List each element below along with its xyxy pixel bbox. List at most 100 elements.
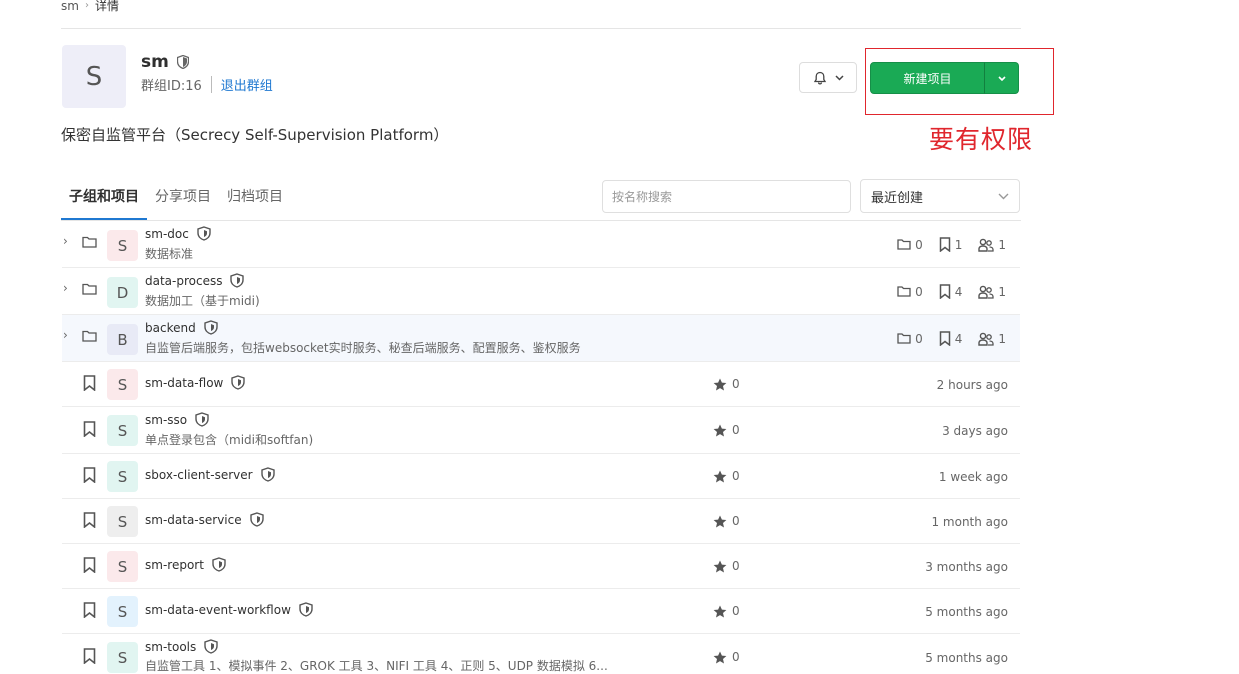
avatar: S [107, 369, 138, 400]
star-count: 0 [713, 514, 740, 528]
project-count: 1 [954, 237, 963, 252]
subgroup-name[interactable]: backend [145, 321, 196, 335]
updated-time: 1 week ago [938, 470, 1008, 484]
shield-icon [260, 467, 275, 482]
shield-icon [195, 412, 209, 427]
group-description: 保密自监管平台（Secrecy Self-Supervision Platfor… [61, 126, 449, 144]
project-title: sm-sso [145, 412, 209, 427]
project-row[interactable]: S sm-data-service 0 1 month ago [62, 499, 1020, 544]
bookmark-icon [83, 421, 96, 437]
breadcrumb-root[interactable]: sm [61, 0, 79, 13]
leave-group-link[interactable]: 退出群组 [221, 75, 273, 94]
shield-icon [249, 512, 264, 527]
group-name: sm [141, 52, 169, 72]
project-title: sm-data-flow [145, 375, 246, 390]
users-icon [978, 238, 995, 252]
folder-icon [82, 236, 97, 248]
shield-icon [212, 557, 226, 572]
chevron-right-icon[interactable]: › [63, 234, 68, 248]
bookmark-icon [83, 512, 96, 528]
shield-icon [176, 55, 189, 69]
tab-subgroups-projects[interactable]: 子组和项目 [61, 180, 147, 220]
chevron-down-icon [998, 193, 1009, 200]
star-icon [713, 560, 727, 573]
project-name[interactable]: sm-data-service [145, 513, 242, 527]
subgroup-row[interactable]: › D data-process 数据加工（基于midi) 0 4 1 [62, 268, 1020, 315]
subgroup-title: sm-doc [145, 226, 211, 241]
bookmark-icon [83, 467, 96, 483]
bell-icon [813, 71, 827, 85]
group-meta: 群组ID:16 退出群组 [141, 75, 273, 94]
project-row[interactable]: S sm-sso 单点登录包含（midi和softfan) 0 3 days a… [62, 407, 1020, 454]
updated-time: 5 months ago [925, 651, 1008, 665]
project-title: sbox-client-server [145, 467, 275, 482]
subgroup-count: 0 [915, 331, 923, 346]
chevron-right-icon[interactable]: › [63, 281, 68, 295]
breadcrumb-current: 详情 [94, 0, 119, 13]
bookmark-icon [939, 237, 951, 252]
star-icon [713, 378, 727, 391]
subgroup-name[interactable]: data-process [145, 274, 222, 288]
star-icon [713, 470, 727, 483]
subgroup-description: 自监管后端服务，包括websocket实时服务、秘查后端服务、配置服务、鉴权服务 [145, 341, 581, 355]
project-row[interactable]: S sm-data-flow 0 2 hours ago [62, 362, 1020, 407]
tab-shared-projects[interactable]: 分享项目 [147, 180, 219, 214]
project-row[interactable]: S sbox-client-server 0 1 week ago [62, 454, 1020, 499]
sort-select[interactable]: 最近创建 [860, 179, 1020, 213]
folder-icon [82, 330, 97, 342]
tab-archived-projects[interactable]: 归档项目 [219, 180, 291, 214]
avatar: S [107, 551, 138, 582]
chevron-right-icon[interactable]: › [63, 328, 68, 342]
star-value: 0 [732, 650, 740, 664]
project-name[interactable]: sm-sso [145, 413, 187, 427]
star-count: 0 [713, 604, 740, 618]
users-icon [978, 285, 995, 299]
project-row[interactable]: S sm-data-event-workflow 0 5 months ago [62, 589, 1020, 634]
project-count: 4 [954, 284, 963, 299]
star-value: 0 [732, 604, 740, 618]
divider [210, 76, 212, 93]
subgroup-name[interactable]: sm-doc [145, 227, 189, 241]
group-avatar: S [62, 45, 126, 108]
avatar: S [107, 596, 138, 627]
project-name[interactable]: sbox-client-server [145, 468, 253, 482]
bookmark-icon [83, 648, 96, 664]
updated-time: 3 days ago [942, 424, 1008, 438]
avatar: S [107, 461, 138, 492]
subgroup-description: 数据加工（基于midi) [145, 294, 260, 308]
annotation-note: 要有权限 [929, 125, 1034, 154]
bookmark-icon [939, 331, 951, 346]
notification-button[interactable] [799, 62, 857, 93]
project-row[interactable]: S sm-tools 自监管工具 1、模拟事件 2、GROK 工具 3、NIFI… [62, 634, 1020, 674]
avatar: S [107, 415, 138, 446]
project-count: 4 [954, 331, 963, 346]
project-name[interactable]: sm-data-flow [145, 376, 223, 390]
star-value: 0 [732, 559, 740, 573]
chevron-down-icon [834, 74, 844, 81]
shield-icon [299, 602, 313, 617]
project-title: sm-data-event-workflow [145, 602, 313, 617]
star-count: 0 [713, 423, 740, 437]
subgroup-row[interactable]: › S sm-doc 数据标准 0 1 1 [62, 221, 1020, 268]
project-row[interactable]: S sm-report 0 3 months ago [62, 544, 1020, 589]
group-id: 群组ID:16 [141, 79, 202, 94]
folder-icon [897, 239, 911, 250]
divider [61, 28, 1021, 29]
bookmark-icon [83, 557, 96, 573]
search-input[interactable] [602, 180, 851, 213]
project-name[interactable]: sm-tools [145, 640, 196, 654]
project-name[interactable]: sm-data-event-workflow [145, 603, 291, 617]
bookmark-icon [83, 602, 96, 618]
updated-time: 3 months ago [925, 560, 1008, 574]
sort-selected: 最近创建 [871, 190, 924, 206]
project-name[interactable]: sm-report [145, 558, 204, 572]
shield-icon [231, 375, 246, 390]
folder-icon [897, 333, 911, 344]
star-value: 0 [732, 423, 740, 437]
star-icon [713, 651, 727, 664]
star-icon [713, 605, 727, 618]
bookmark-icon [83, 375, 96, 391]
star-value: 0 [732, 469, 740, 483]
subgroup-row[interactable]: › B backend 自监管后端服务，包括websocket实时服务、秘查后端… [62, 315, 1020, 362]
shield-icon [204, 320, 218, 335]
